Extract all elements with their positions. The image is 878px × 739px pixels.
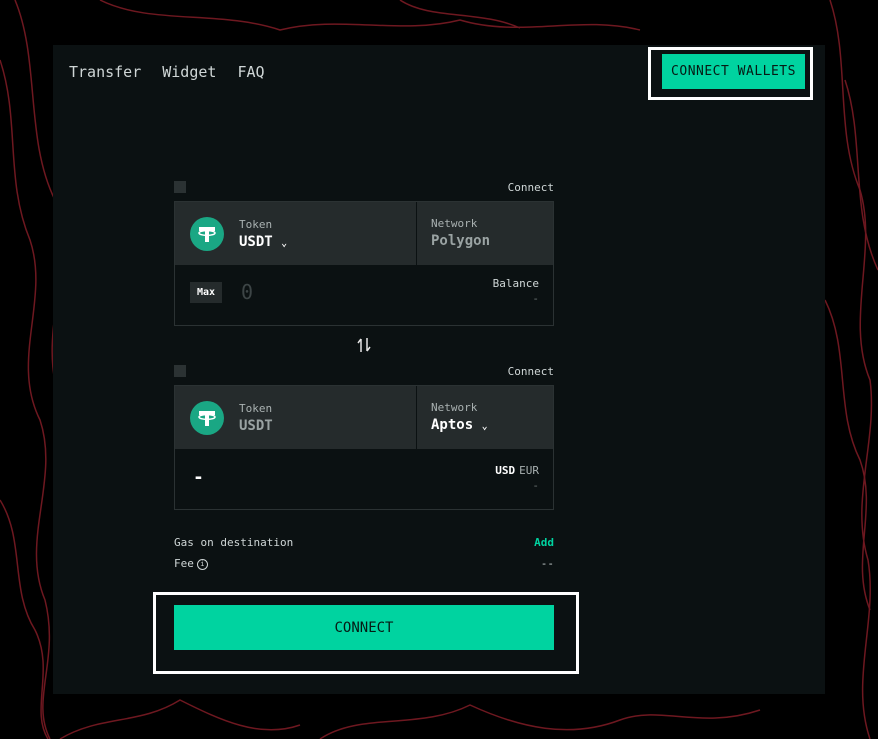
fiat-value: - xyxy=(532,479,539,492)
nav-faq[interactable]: FAQ xyxy=(237,63,264,81)
balance-label: Balance xyxy=(492,277,539,290)
transfer-info: Gas on destination Add Fee i -- xyxy=(174,532,554,574)
source-connect-link[interactable]: Connect xyxy=(508,181,554,194)
chevron-down-icon: ⌄ xyxy=(481,421,488,432)
currency-eur[interactable]: EUR xyxy=(519,464,539,477)
amount-input[interactable]: 0 xyxy=(241,280,253,304)
connect-button[interactable]: CONNECT xyxy=(174,605,554,650)
source-card: Token USDT ⌄ Network Polygon Max 0 Balan… xyxy=(174,201,554,326)
currency-usd[interactable]: USD xyxy=(495,464,515,477)
nav-transfer[interactable]: Transfer xyxy=(69,63,141,81)
destination-connect-link[interactable]: Connect xyxy=(508,365,554,378)
destination-token: Token USDT xyxy=(175,386,417,449)
top-nav: Transfer Widget FAQ xyxy=(69,63,265,81)
destination-token-value: USDT xyxy=(239,417,273,434)
destination-network-selector[interactable]: Network Aptos ⌄ xyxy=(417,386,553,449)
usdt-token-icon xyxy=(190,400,224,435)
destination-network-value: Aptos ⌄ xyxy=(431,417,488,433)
info-icon[interactable]: i xyxy=(196,558,208,570)
gas-label: Gas on destination xyxy=(174,536,294,549)
received-amount: - xyxy=(193,467,204,488)
currency-toggle: USD EUR - xyxy=(495,464,539,492)
balance-value: - xyxy=(532,292,539,305)
swap-direction-button[interactable] xyxy=(174,326,554,364)
destination-token-label: Token xyxy=(239,401,273,415)
usdt-token-icon xyxy=(190,216,224,251)
source-token-value: USDT ⌄ xyxy=(239,233,288,250)
source-token-selector[interactable]: Token USDT ⌄ xyxy=(175,202,417,265)
fee-value: -- xyxy=(540,557,554,570)
destination-wallet-checkbox[interactable] xyxy=(174,365,186,377)
source-wallet-checkbox[interactable] xyxy=(174,181,186,193)
source-network: Network Polygon xyxy=(417,202,553,265)
source-network-label: Network xyxy=(431,217,478,230)
destination-card: Token USDT Network Aptos ⌄ - USD EUR - xyxy=(174,385,554,510)
swap-arrows-icon xyxy=(357,338,371,352)
balance-display: Balance - xyxy=(493,277,539,305)
chevron-down-icon: ⌄ xyxy=(281,237,288,249)
source-network-value: Polygon xyxy=(431,233,491,249)
source-token-label: Token xyxy=(239,217,273,231)
nav-widget[interactable]: Widget xyxy=(162,63,216,81)
max-button[interactable]: Max xyxy=(190,282,223,303)
connect-wallets-button[interactable]: CONNECT WALLETS xyxy=(662,54,805,89)
gas-add-button[interactable]: Add xyxy=(534,536,554,549)
destination-network-label: Network xyxy=(431,401,478,414)
transfer-form: Connect Token USDT ⌄ Network Polygon Max… xyxy=(174,180,554,574)
fee-label: Fee xyxy=(174,557,194,570)
